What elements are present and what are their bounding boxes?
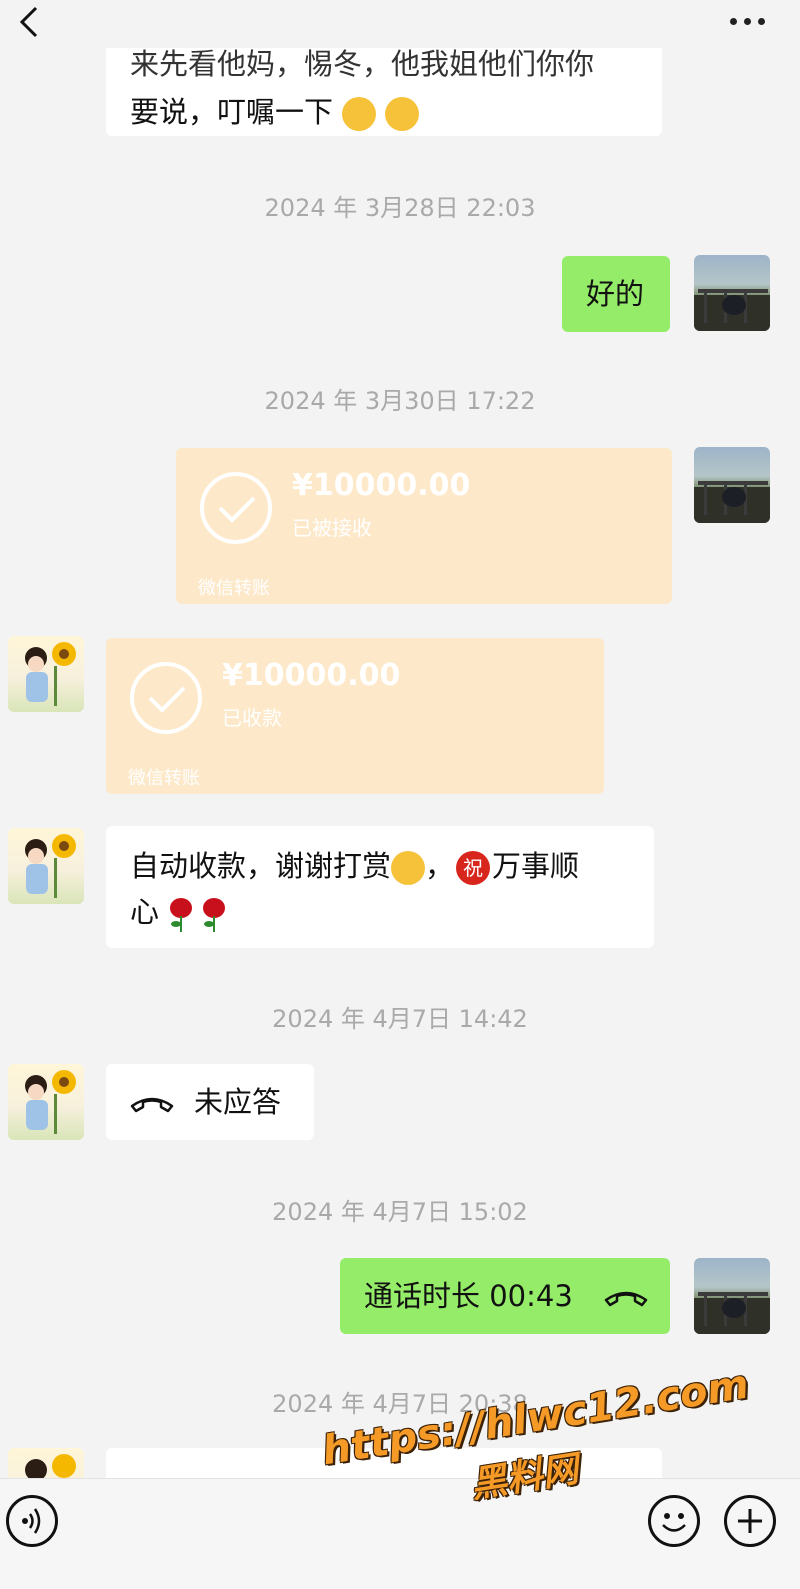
call-record-bubble[interactable]: 未应答 [106, 1064, 314, 1140]
chevron-left-icon[interactable] [12, 4, 48, 40]
timestamp: 2024 年 4月7日 15:02 [272, 1198, 528, 1226]
rose-emoji-icon [170, 898, 193, 932]
check-circle-icon [200, 472, 272, 544]
avatar-image [25, 1070, 76, 1134]
transfer-card-sent[interactable]: ¥10000.00 已被接收 微信转账 [176, 448, 672, 604]
contact-avatar[interactable] [8, 636, 84, 712]
smile-face-icon [662, 1513, 686, 1532]
self-avatar[interactable] [694, 447, 770, 523]
top-bar [0, 0, 800, 48]
phone-hangup-icon [130, 1097, 174, 1113]
transfer-label: 微信转账 [128, 768, 200, 789]
message-text: 心 [130, 895, 160, 929]
call-duration: 通话时长 00:43 [364, 1279, 573, 1313]
message-text: 万事顺 [492, 849, 580, 883]
message-bubble-self[interactable]: 好的 [562, 256, 670, 332]
voice-icon[interactable] [6, 1495, 58, 1547]
transfer-amount: ¥10000.00 [292, 468, 471, 503]
message-text-partial: 来先看他妈，惕冬，他我姐他们你你 [130, 47, 595, 81]
zhu-blessing-icon: 祝 [456, 851, 491, 885]
timestamp: 2024 年 4月7日 14:42 [272, 1005, 528, 1033]
transfer-status: 已被接收 [292, 516, 372, 540]
rose-emoji-icon [203, 898, 226, 932]
message-text: ， [425, 849, 455, 883]
phone-hangup-icon [604, 1291, 648, 1307]
transfer-status: 已收款 [222, 706, 282, 730]
avatar-image [694, 289, 770, 331]
emoji-icon[interactable] [648, 1495, 700, 1547]
kiss-emoji-icon [391, 851, 426, 885]
transfer-amount: ¥10000.00 [222, 658, 401, 693]
transfer-card-received[interactable]: ¥10000.00 已收款 微信转账 [106, 638, 604, 794]
crying-laughing-emoji-icon [385, 97, 420, 131]
check-circle-icon [130, 662, 202, 734]
avatar-image [694, 481, 770, 523]
message-text: 好的 [586, 277, 645, 311]
contact-avatar[interactable] [8, 1448, 84, 1478]
crying-laughing-emoji-icon [342, 97, 377, 131]
avatar-image [694, 1292, 770, 1334]
plus-icon[interactable] [724, 1495, 776, 1547]
self-avatar[interactable] [694, 1258, 770, 1334]
input-bar [0, 1478, 800, 1589]
contact-avatar[interactable] [8, 828, 84, 904]
message-text: 要说，叮嘱一下 [130, 95, 334, 129]
message-text: 自动收款，谢谢打赏 [130, 849, 392, 883]
avatar-image [25, 1454, 76, 1478]
transfer-label: 微信转账 [198, 578, 270, 599]
call-record-bubble-self[interactable]: 通话时长 00:43 [340, 1258, 670, 1334]
voice-wave-icon [22, 1508, 41, 1534]
contact-avatar[interactable] [8, 1064, 84, 1140]
self-avatar[interactable] [694, 255, 770, 331]
avatar-image [25, 642, 76, 706]
timestamp: 2024 年 3月28日 22:03 [264, 194, 536, 222]
avatar-image [25, 834, 76, 898]
plus-sign-icon [738, 1509, 762, 1533]
message-bubble[interactable]: 自动收款，谢谢打赏 ，祝万事顺 心 [106, 826, 654, 948]
timestamp: 2024 年 3月30日 17:22 [264, 387, 536, 415]
more-dots-icon[interactable] [728, 6, 768, 36]
call-status: 未应答 [194, 1085, 282, 1119]
chat-area: 来先看他妈，惕冬，他我姐他们你你 要说，叮嘱一下 2024 年 3月28日 22… [0, 0, 800, 1478]
